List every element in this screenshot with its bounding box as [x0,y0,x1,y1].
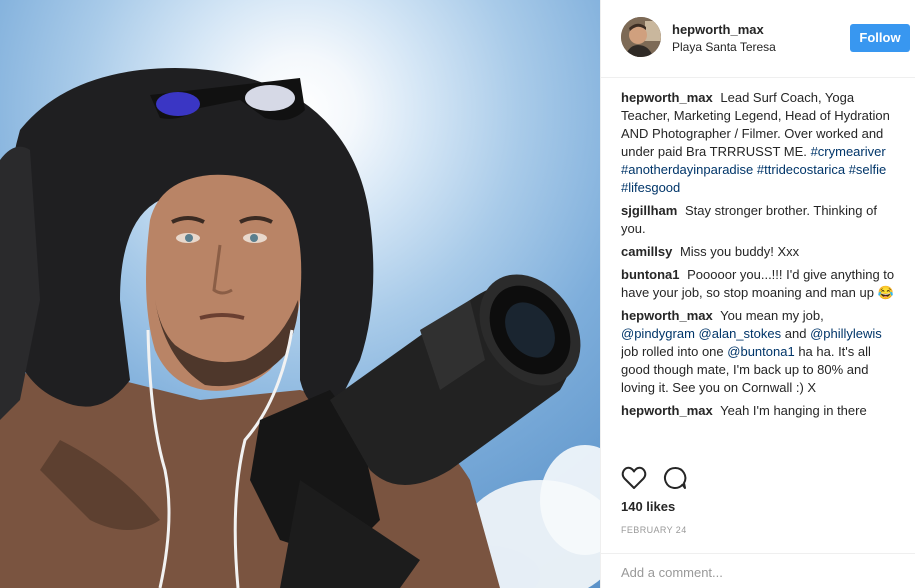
comment-text: You mean my job, [720,308,824,323]
hashtag[interactable]: #anotherdayinparadise [621,162,753,177]
selfie-photo-illustration [0,68,600,588]
comment-author[interactable]: hepworth_max [621,403,713,418]
comment-input[interactable] [621,562,891,582]
comment-text: and [784,326,807,341]
comment: sjgillham Stay stronger brother. Thinkin… [621,202,901,238]
add-comment-bar [601,553,915,588]
hashtag[interactable]: #ttridecostarica [757,162,845,177]
comment-text: Yeah I'm hanging in there [720,403,867,418]
post-header: hepworth_max Playa Santa Teresa Follow [601,0,915,78]
comment: hepworth_max You mean my job, @pindygram… [621,307,901,397]
comment-author[interactable]: sjgillham [621,203,677,218]
caption: hepworth_max Lead Surf Coach, Yoga Teach… [621,89,901,197]
comment-author[interactable]: hepworth_max [621,90,713,105]
follow-button[interactable]: Follow [850,24,910,52]
location[interactable]: Playa Santa Teresa [672,40,776,54]
mention[interactable]: @phillylewis [810,326,882,341]
speech-bubble-icon[interactable] [663,466,687,495]
comment: hepworth_max Yeah I'm hanging in there [621,402,901,420]
avatar-image [621,17,661,57]
comment: camillsy Miss you buddy! Xxx [621,243,901,261]
comment-author[interactable]: hepworth_max [621,308,713,323]
mention[interactable]: @pindygram [621,326,695,341]
instagram-post: hepworth_max Playa Santa Teresa Follow h… [0,0,915,588]
hashtag[interactable]: #crymeariver [811,144,886,159]
comment-author[interactable]: buntona1 [621,267,680,282]
username[interactable]: hepworth_max [672,22,764,37]
post-sidebar: hepworth_max Playa Santa Teresa Follow h… [600,0,915,588]
avatar[interactable] [621,17,661,57]
hashtag[interactable]: #lifesgood [621,180,680,195]
post-date[interactable]: FEBRUARY 24 [621,525,687,535]
comment-list: hepworth_max Lead Surf Coach, Yoga Teach… [621,89,901,456]
comment: buntona1 Pooooor you...!!! I'd give anyt… [621,266,901,302]
post-photo[interactable] [0,0,600,588]
mention[interactable]: @alan_stokes [699,326,782,341]
comment-text: Miss you buddy! Xxx [679,244,800,259]
hashtag[interactable]: #selfie [849,162,887,177]
mention[interactable]: @buntona1 [727,344,794,359]
comment-author[interactable]: camillsy [621,244,672,259]
heart-icon[interactable] [621,466,647,495]
comment-text: job rolled into one [621,344,724,359]
like-count[interactable]: 140 likes [621,499,675,514]
